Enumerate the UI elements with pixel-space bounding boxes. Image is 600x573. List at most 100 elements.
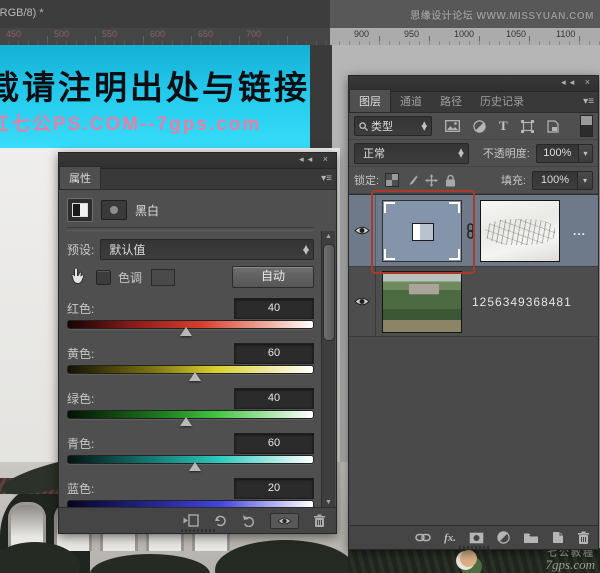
link-layers-icon[interactable]: [415, 533, 431, 542]
collapse-panel-icon[interactable]: ◂◂: [299, 154, 316, 164]
slider-label: 红色:: [67, 300, 94, 317]
photo-strip-bottom: 七公教程 7gps.com: [348, 548, 600, 573]
ruler-tick: 700: [246, 29, 261, 39]
filter-type-select[interactable]: 类型 ▴▾: [354, 116, 432, 136]
delete-layer-icon[interactable]: [577, 531, 590, 545]
preset-value: 默认值: [109, 241, 145, 258]
slider-thumb[interactable]: [189, 462, 201, 471]
panel-resize-grip[interactable]: [181, 529, 215, 532]
slider-green: 绿色: 40: [67, 388, 314, 426]
slider-label: 青色:: [67, 435, 94, 452]
slider-value-field[interactable]: 40: [234, 388, 314, 409]
new-adjustment-icon[interactable]: [497, 531, 510, 544]
layer-row-background[interactable]: 1256349368481: [349, 267, 598, 337]
image-layer-thumbnail[interactable]: [382, 271, 462, 333]
filter-type-label: 类型: [371, 118, 393, 134]
layers-empty-area: [349, 337, 598, 525]
photo-bush: [215, 540, 348, 573]
divider: [67, 227, 314, 231]
properties-scrollbar[interactable]: ▲ ▼: [321, 231, 335, 508]
watermark-text-url: 7gps.com: [546, 559, 595, 570]
smart-object-filter-icon[interactable]: [547, 120, 559, 133]
layer-name[interactable]: 1256349368481: [472, 295, 572, 309]
close-panel-icon[interactable]: ×: [585, 77, 594, 87]
tab-channels[interactable]: 通道: [391, 90, 431, 112]
layer-mask-thumbnail[interactable]: [480, 200, 560, 262]
banner-text: 载请注明出处与链接: [0, 61, 310, 109]
tint-color-swatch[interactable]: [151, 269, 175, 286]
tab-layers[interactable]: 图层: [349, 89, 391, 112]
photo-bush: [90, 554, 210, 573]
tint-checkbox[interactable]: [96, 270, 111, 285]
layers-tabrow: 图层 通道 路径 历史记录 ▾≡: [349, 92, 598, 113]
slider-yellow: 黄色: 60: [67, 343, 314, 381]
blend-mode-select[interactable]: 正常 ▴▾: [354, 143, 469, 164]
slider-value-field[interactable]: 40: [234, 298, 314, 319]
document-titlebar: (RGB/8) *: [0, 0, 330, 29]
adjustment-layers-filter-icon[interactable]: [473, 120, 486, 133]
targeted-adjustment-hand-icon[interactable]: [67, 266, 89, 288]
ruler-tick: 600: [150, 29, 165, 39]
mask-link-icon[interactable]: [465, 223, 476, 239]
fill-value-field[interactable]: 100%: [532, 171, 578, 190]
preset-row: 预设: 默认值 ▴▾: [67, 237, 314, 261]
panel-menu-icon[interactable]: ▾≡: [583, 96, 594, 107]
lock-transparency-icon[interactable]: [385, 173, 399, 187]
scroll-up-icon[interactable]: ▲: [322, 233, 335, 240]
canvas-banner[interactable]: 载请注明出处与链接 红七公PS.COM--7gps.com: [0, 45, 310, 148]
tab-history[interactable]: 历史记录: [471, 90, 533, 112]
shape-layers-filter-icon[interactable]: [521, 120, 534, 133]
slider-thumb[interactable]: [189, 372, 201, 381]
collapse-panel-icon[interactable]: ◂◂: [561, 77, 578, 87]
layer-list: ... 1256349368481: [349, 194, 598, 337]
opacity-value-field[interactable]: 100%: [536, 144, 579, 163]
adjustment-layer-thumbnail[interactable]: [382, 200, 462, 262]
properties-body: 黑白 预设: 默认值 ▴▾ 色调 自动: [59, 189, 336, 508]
ruler-tick: 500: [54, 29, 69, 39]
layer-row-adjustment[interactable]: ...: [349, 195, 598, 267]
tab-properties[interactable]: 属性: [59, 166, 101, 189]
layer-name[interactable]: ...: [573, 224, 598, 238]
fill-dropdown-icon[interactable]: ▾: [578, 171, 593, 190]
lock-move-icon[interactable]: [425, 174, 438, 187]
ruler-tick: 1000: [454, 29, 474, 39]
slider-thumb[interactable]: [180, 417, 192, 426]
preset-label: 预设:: [67, 241, 94, 258]
pixel-layers-filter-icon[interactable]: [445, 120, 460, 132]
lock-paint-brush-icon[interactable]: [406, 174, 418, 186]
banner-subtext: 红七公PS.COM--7gps.com: [0, 109, 261, 136]
layer-visibility-eye-icon[interactable]: [349, 267, 376, 336]
filter-toggle[interactable]: [580, 115, 593, 137]
tab-paths[interactable]: 路径: [431, 90, 471, 112]
delete-adjustment-icon[interactable]: [313, 514, 326, 528]
close-panel-icon[interactable]: ×: [323, 154, 332, 164]
lock-all-icon[interactable]: [445, 174, 456, 187]
layer-style-fx-icon[interactable]: fx.: [444, 532, 456, 544]
tint-label: 色调: [118, 269, 142, 286]
new-layer-icon[interactable]: [552, 531, 564, 544]
scrollbar-thumb[interactable]: [323, 244, 335, 341]
layer-mask-icon[interactable]: [101, 200, 127, 220]
new-group-icon[interactable]: [523, 532, 539, 544]
blend-mode-value: 正常: [363, 145, 385, 161]
visibility-eye-icon[interactable]: [270, 513, 299, 529]
undo-icon[interactable]: [242, 514, 256, 527]
slider-value-field[interactable]: 60: [234, 433, 314, 454]
slider-value-field[interactable]: 20: [234, 478, 314, 499]
panel-resize-grip[interactable]: [459, 546, 489, 549]
opacity-dropdown-icon[interactable]: ▾: [579, 144, 593, 163]
layer-visibility-eye-icon[interactable]: [349, 195, 376, 266]
slider-value-field[interactable]: 60: [234, 343, 314, 364]
scroll-down-icon[interactable]: ▼: [322, 499, 335, 506]
black-white-adjustment-icon[interactable]: [67, 198, 93, 222]
auto-button[interactable]: 自动: [232, 266, 314, 288]
slider-thumb[interactable]: [180, 327, 192, 336]
preset-select[interactable]: 默认值 ▴▾: [100, 239, 314, 260]
reset-adjustment-icon[interactable]: [213, 514, 228, 527]
ruler-tick: 950: [404, 29, 419, 39]
type-layers-filter-icon[interactable]: T: [499, 118, 508, 134]
panel-menu-icon[interactable]: ▾≡: [321, 173, 332, 184]
ruler-tick: 900: [354, 29, 369, 39]
clip-to-layer-icon[interactable]: [183, 514, 199, 527]
add-mask-icon[interactable]: [469, 532, 484, 544]
